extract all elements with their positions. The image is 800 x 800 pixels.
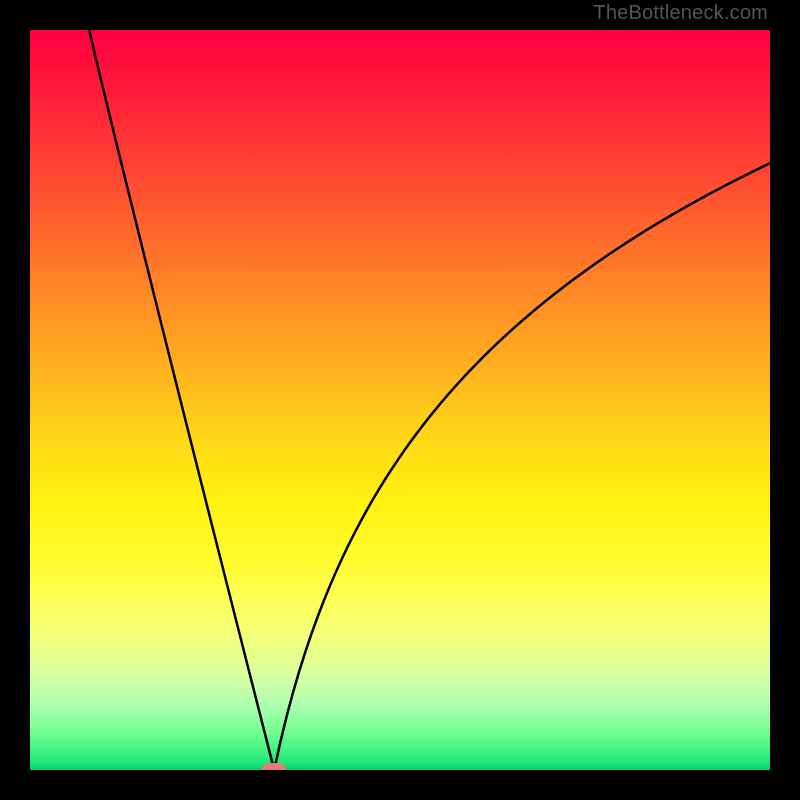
min-marker xyxy=(262,763,286,770)
plot-area xyxy=(30,30,770,770)
bottleneck-curve xyxy=(89,30,770,770)
chart-stage: TheBottleneck.com xyxy=(0,0,800,800)
watermark-text: TheBottleneck.com xyxy=(593,2,768,25)
curve-layer xyxy=(30,30,770,770)
